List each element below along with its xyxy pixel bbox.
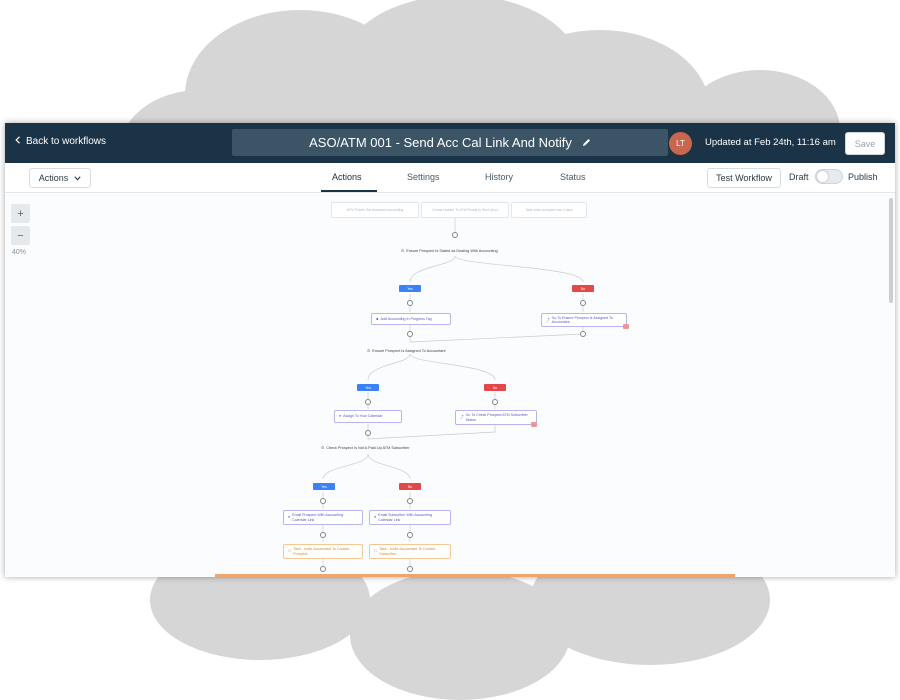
add-step-icon[interactable] [407, 300, 413, 306]
trigger-node[interactable]: Contact Added To ATM Ready to Start (Acc… [421, 202, 509, 218]
workflow-editor-window: Back to workflows ASO/ATM 001 - Send Acc… [5, 123, 895, 577]
pencil-icon[interactable] [582, 135, 591, 150]
tag-icon: ⬥ [376, 316, 379, 321]
task-label: Task - Invite Accountant To Contact Subs… [379, 547, 436, 556]
goto-icon: ⤴ [546, 317, 550, 322]
test-workflow-button[interactable]: Test Workflow [707, 168, 781, 188]
add-step-icon[interactable] [407, 331, 413, 337]
yes-branch-label: Yes [399, 285, 421, 292]
trigger-label: ATM Tickets Set Assistant Accounting [346, 207, 404, 212]
workflow-canvas[interactable]: + − 40% ATM Tickets Set Assistant Accoun… [5, 194, 895, 577]
action-label: Add Accounting In Progress Tag [380, 316, 432, 321]
error-badge: ! [623, 324, 629, 329]
action-node[interactable]: ● Email Subscriber With Accounting Calend… [369, 510, 451, 525]
tab-status[interactable]: Status [560, 172, 586, 182]
actions-dropdown-label: Actions [38, 173, 69, 183]
save-button[interactable]: Save [845, 132, 885, 155]
add-step-icon[interactable] [407, 498, 413, 504]
publish-toggle[interactable] [815, 169, 843, 184]
email-icon: ● [288, 515, 291, 520]
add-step-icon[interactable] [580, 300, 586, 306]
clock-icon: ⊙ [401, 248, 405, 253]
workflow-title: ASO/ATM 001 - Send Acc Cal Link And Noti… [309, 135, 572, 150]
add-step-icon[interactable] [320, 532, 326, 538]
tab-history[interactable]: History [485, 172, 513, 182]
add-step-icon[interactable] [407, 532, 413, 538]
trigger-label: Task when prospect has 4 days [525, 207, 573, 212]
condition-label: Ensure Prospect Is Stated as Dealing Wit… [406, 248, 498, 253]
trigger-node[interactable]: ATM Tickets Set Assistant Accounting [331, 202, 419, 218]
no-branch-label: No [572, 285, 594, 292]
chevron-down-icon [74, 173, 81, 183]
task-icon: ☐ [288, 549, 292, 554]
condition-node[interactable]: ⊙ Ensure Prospect Is Assigned To Accounta… [363, 346, 473, 356]
add-step-icon[interactable] [365, 399, 371, 405]
task-node[interactable]: ☐ Task - Invite Accountant To Contact Sub… [369, 544, 451, 559]
action-node[interactable]: ⬥ Add Accounting In Progress Tag [371, 313, 451, 325]
condition-node[interactable]: ⊙ Check Prospect Is Not A Paid Up ATM Sub… [317, 443, 427, 453]
actions-dropdown[interactable]: Actions [29, 168, 91, 188]
canvas-bottom-bar [215, 574, 735, 577]
avatar[interactable]: LT [669, 132, 692, 155]
condition-label: Check Prospect Is Not A Paid Up ATM Subs… [326, 445, 410, 450]
task-icon: ☐ [374, 549, 378, 554]
add-step-icon[interactable] [580, 331, 586, 337]
condition-label: Ensure Prospect Is Assigned To Accountan… [372, 348, 446, 353]
trigger-node[interactable]: Task when prospect has 4 days [511, 202, 587, 218]
toggle-knob [817, 171, 828, 182]
no-branch-label: No [399, 483, 421, 490]
error-badge: ! [531, 422, 537, 427]
back-to-workflows-link[interactable]: Back to workflows [15, 136, 106, 147]
tab-settings[interactable]: Settings [407, 172, 440, 182]
back-label: Back to workflows [26, 136, 107, 147]
add-step-icon[interactable] [452, 232, 458, 238]
add-step-icon[interactable] [320, 566, 326, 572]
top-bar: Back to workflows ASO/ATM 001 - Send Acc… [5, 123, 895, 163]
tab-actions[interactable]: Actions [332, 172, 362, 182]
add-step-icon[interactable] [365, 430, 371, 436]
action-node[interactable]: ● Assign To Your Calendar [334, 410, 402, 423]
clock-icon: ⊙ [321, 445, 325, 450]
add-step-icon[interactable] [492, 399, 498, 405]
sub-toolbar: Actions Actions Settings History Status … [5, 163, 895, 193]
user-icon: ● [339, 414, 342, 419]
action-node[interactable]: ● Email Prospect With Accounting Calendar… [283, 510, 363, 525]
action-label: Email Prospect With Accounting Calendar … [292, 513, 344, 522]
add-step-icon[interactable] [320, 498, 326, 504]
add-step-icon[interactable] [407, 566, 413, 572]
workflow-title-field[interactable]: ASO/ATM 001 - Send Acc Cal Link And Noti… [232, 129, 668, 156]
yes-branch-label: Yes [357, 384, 379, 391]
trigger-label: Contact Added To ATM Ready to Start (Acc… [432, 207, 498, 212]
action-node[interactable]: ⤴ Go To Check Prospect ATM Subscriber Sta… [455, 410, 537, 425]
action-label: Go To Check Prospect ATM Subscriber Stat… [465, 413, 528, 422]
action-label: Go To Ensure Prospect Is Assigned To Acc… [551, 315, 613, 324]
chevron-left-icon [15, 136, 21, 147]
publish-label: Publish [848, 172, 878, 182]
task-label: Task - Invite Accountant To Contact Pros… [293, 547, 350, 556]
clock-icon: ⊙ [367, 348, 371, 353]
email-icon: ● [374, 515, 377, 520]
active-tab-indicator [321, 190, 377, 192]
condition-node[interactable]: ⊙ Ensure Prospect Is Stated as Dealing Wi… [397, 246, 517, 256]
goto-icon: ⤴ [460, 415, 464, 420]
task-node[interactable]: ☐ Task - Invite Accountant To Contact Pro… [283, 544, 363, 559]
action-label: Assign To Your Calendar [343, 414, 383, 419]
updated-timestamp: Updated at Feb 24th, 11:16 am [705, 137, 836, 148]
action-node[interactable]: ⤴ Go To Ensure Prospect Is Assigned To Ac… [541, 313, 627, 327]
yes-branch-label: Yes [313, 483, 335, 490]
action-label: Email Subscriber With Accounting Calenda… [378, 513, 433, 522]
no-branch-label: No [484, 384, 506, 391]
draft-label: Draft [789, 172, 809, 182]
